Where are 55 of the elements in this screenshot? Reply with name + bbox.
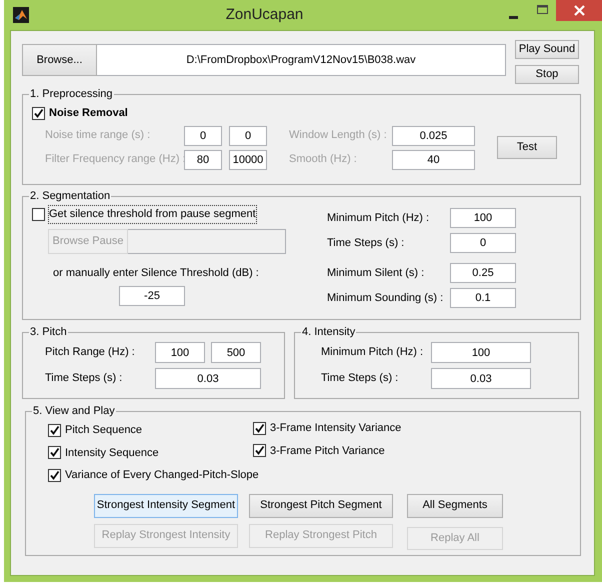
input-field[interactable]: 100 bbox=[155, 342, 205, 363]
checkbox[interactable] bbox=[253, 444, 266, 458]
checkbox-label[interactable]: Get silence threshold from pause segment bbox=[49, 206, 256, 222]
panel-title: 1. Preprocessing bbox=[29, 88, 114, 100]
close-button[interactable] bbox=[556, 0, 602, 21]
checkbox[interactable] bbox=[253, 422, 266, 435]
button[interactable]: All Segments bbox=[407, 494, 503, 518]
checkbox[interactable] bbox=[48, 468, 61, 482]
checkbox-label[interactable]: 3-Frame Intensity Variance bbox=[270, 420, 402, 436]
field-label: Minimum Silent (s) : bbox=[327, 266, 426, 281]
checkbox[interactable] bbox=[32, 208, 45, 221]
field-label: or manually enter Silence Threshold (dB) : bbox=[53, 266, 260, 280]
checkbox-label[interactable]: Variance of Every Changed-Pitch-Slope bbox=[65, 467, 259, 484]
button[interactable]: Strongest Intensity Segment bbox=[94, 494, 238, 518]
checkbox-label[interactable]: Intensity Sequence bbox=[65, 444, 159, 461]
panel-title: 2. Segmentation bbox=[29, 190, 112, 202]
field-label: Minimum Pitch (Hz) : bbox=[327, 210, 430, 226]
input-field[interactable]: 100 bbox=[431, 342, 531, 363]
input-field[interactable] bbox=[128, 228, 286, 254]
checkbox[interactable] bbox=[32, 106, 45, 120]
input-field[interactable]: 500 bbox=[211, 342, 261, 363]
checkbox-label[interactable]: Pitch Sequence bbox=[65, 422, 142, 438]
input-field[interactable]: -25 bbox=[119, 286, 185, 306]
checkbox[interactable] bbox=[48, 424, 61, 437]
field-label: Minimum Sounding (s) : bbox=[327, 290, 444, 306]
input-field[interactable]: 0.1 bbox=[450, 288, 516, 308]
checkbox-label[interactable]: 3-Frame Pitch Variance bbox=[270, 442, 385, 459]
button[interactable]: Strongest Pitch Segment bbox=[249, 494, 393, 518]
input-field[interactable]: 0.03 bbox=[155, 368, 261, 389]
panel-title: 5. View and Play bbox=[32, 405, 116, 417]
button[interactable]: Browse... bbox=[22, 44, 97, 76]
close-icon bbox=[574, 5, 584, 16]
app-icon bbox=[13, 7, 29, 23]
button[interactable]: Stop bbox=[515, 65, 579, 84]
input-field[interactable]: 0.03 bbox=[431, 368, 531, 389]
panel-title: 4. Intensity bbox=[301, 326, 356, 338]
field-label: Window Length (s) : bbox=[289, 128, 388, 144]
button[interactable]: Play Sound bbox=[515, 40, 579, 59]
field-label: Minimum Pitch (Hz) : bbox=[321, 345, 424, 360]
button[interactable]: Test bbox=[497, 136, 557, 159]
field-label: Noise time range (s) : bbox=[45, 128, 152, 144]
checkbox[interactable] bbox=[48, 446, 61, 460]
field-label: Smooth (Hz) : bbox=[289, 152, 358, 168]
field-label: Pitch Range (Hz) : bbox=[45, 345, 136, 360]
maximize-icon[interactable] bbox=[536, 5, 548, 15]
field-label: Time Steps (s) : bbox=[321, 371, 400, 386]
input-field[interactable]: 0.25 bbox=[450, 263, 516, 283]
input-field[interactable]: 0 bbox=[450, 233, 516, 253]
file-path-field[interactable]: D:\FromDropbox\ProgramV12Nov15\B038.wav bbox=[97, 44, 506, 76]
field-label: Time Steps (s) : bbox=[45, 371, 124, 386]
panel-title: 3. Pitch bbox=[29, 326, 68, 338]
window-title: ZonUcapan bbox=[224, 4, 304, 25]
checkbox-label[interactable]: Noise Removal bbox=[49, 105, 128, 122]
field-label: Time Steps (s) : bbox=[327, 236, 406, 251]
input-field[interactable]: 100 bbox=[450, 208, 516, 228]
